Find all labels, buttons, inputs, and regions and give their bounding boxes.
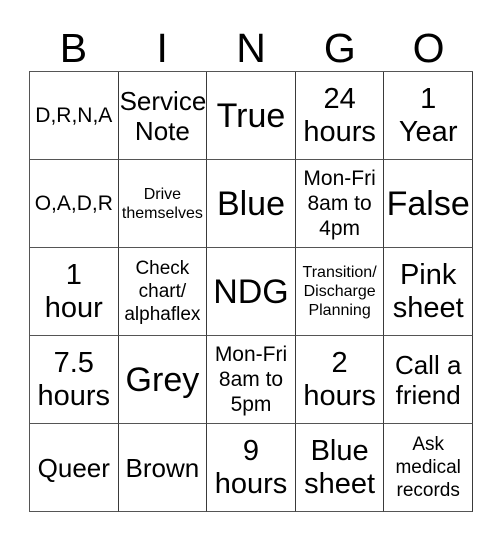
bingo-cell[interactable]: Blue — [207, 160, 296, 248]
bingo-cell-text: O,A,D,R — [34, 192, 113, 215]
bingo-cell[interactable]: Pink sheet — [384, 248, 473, 336]
bingo-cell[interactable]: 7.5 hours — [30, 336, 119, 424]
bingo-cell-text: 1 hour — [44, 258, 103, 324]
bingo-cell[interactable]: Blue sheet — [295, 424, 385, 512]
bingo-cell[interactable]: Brown — [118, 424, 208, 512]
bingo-cell-text: D,R,N,A — [35, 104, 113, 127]
bingo-cell-text: Ask medical records — [395, 434, 461, 501]
bingo-cell[interactable]: 9 hours — [207, 424, 296, 512]
bingo-cell-text: Blue sheet — [304, 434, 376, 500]
bingo-header-letter-g: G — [323, 25, 356, 71]
bingo-cell-text: NDG — [213, 272, 289, 311]
bingo-cell[interactable]: 24 hours — [295, 72, 385, 160]
bingo-cell[interactable]: NDG — [207, 248, 296, 336]
bingo-cell-text: Grey — [125, 360, 200, 399]
bingo-cell[interactable]: Ask medical records — [384, 424, 473, 512]
bingo-cell-text: Call a friend — [394, 349, 462, 410]
bingo-cell-text: Service Note — [119, 85, 207, 146]
bingo-cell-text: Blue — [216, 184, 286, 223]
bingo-cell-text: Check chart/ alphaflex — [124, 258, 201, 325]
bingo-cell-text: 7.5 hours — [37, 346, 111, 412]
bingo-header-row: B I N G O — [29, 14, 473, 71]
bingo-cell[interactable]: Check chart/ alphaflex — [118, 248, 208, 336]
bingo-cell-text: 9 hours — [214, 434, 288, 500]
bingo-cell-text: Pink sheet — [392, 258, 464, 324]
bingo-cell-text: 1 Year — [398, 82, 458, 148]
bingo-cell-text: Queer — [37, 452, 110, 483]
bingo-cell-text: 2 hours — [303, 346, 376, 412]
bingo-cell[interactable]: Drive themselves — [118, 160, 208, 248]
bingo-cell[interactable]: Grey — [118, 336, 208, 424]
bingo-cell-text: Mon-Fri 8am to 5pm — [214, 343, 288, 416]
bingo-cell[interactable]: True — [207, 72, 296, 160]
bingo-cell[interactable]: Mon-Fri 8am to 4pm — [295, 160, 385, 248]
bingo-header-letter-b: B — [59, 25, 88, 71]
bingo-card: B I N G O D,R,N,A Service Note True 24 hour… — [0, 0, 500, 544]
bingo-cell-text: False — [386, 184, 470, 223]
bingo-header-letter-n: N — [236, 25, 266, 71]
bingo-header-letter-i: I — [156, 25, 168, 71]
bingo-cell-text: 24 hours — [303, 82, 376, 148]
bingo-cell-text: Mon-Fri 8am to 4pm — [303, 167, 376, 240]
bingo-cell-text: Drive themselves — [121, 185, 203, 222]
bingo-cell[interactable]: 1 Year — [384, 72, 473, 160]
bingo-cell[interactable]: O,A,D,R — [30, 160, 119, 248]
bingo-grid: D,R,N,A Service Note True 24 hours 1 Year O,A… — [29, 71, 473, 512]
bingo-cell[interactable]: 1 hour — [30, 248, 119, 336]
bingo-cell[interactable]: Transition/ Discharge Planning — [295, 248, 385, 336]
bingo-cell-text: Brown — [125, 452, 200, 483]
bingo-cell[interactable]: Service Note — [118, 72, 208, 160]
bingo-cell-text: True — [216, 96, 286, 135]
bingo-cell[interactable]: Call a friend — [384, 336, 473, 424]
bingo-cell[interactable]: Mon-Fri 8am to 5pm — [207, 336, 296, 424]
bingo-cell[interactable]: 2 hours — [295, 336, 385, 424]
bingo-cell[interactable]: D,R,N,A — [30, 72, 119, 160]
bingo-header-letter-o: O — [412, 25, 445, 71]
bingo-cell[interactable]: False — [384, 160, 473, 248]
bingo-cell-text: Transition/ Discharge Planning — [302, 264, 377, 319]
bingo-cell[interactable]: Queer — [30, 424, 119, 512]
